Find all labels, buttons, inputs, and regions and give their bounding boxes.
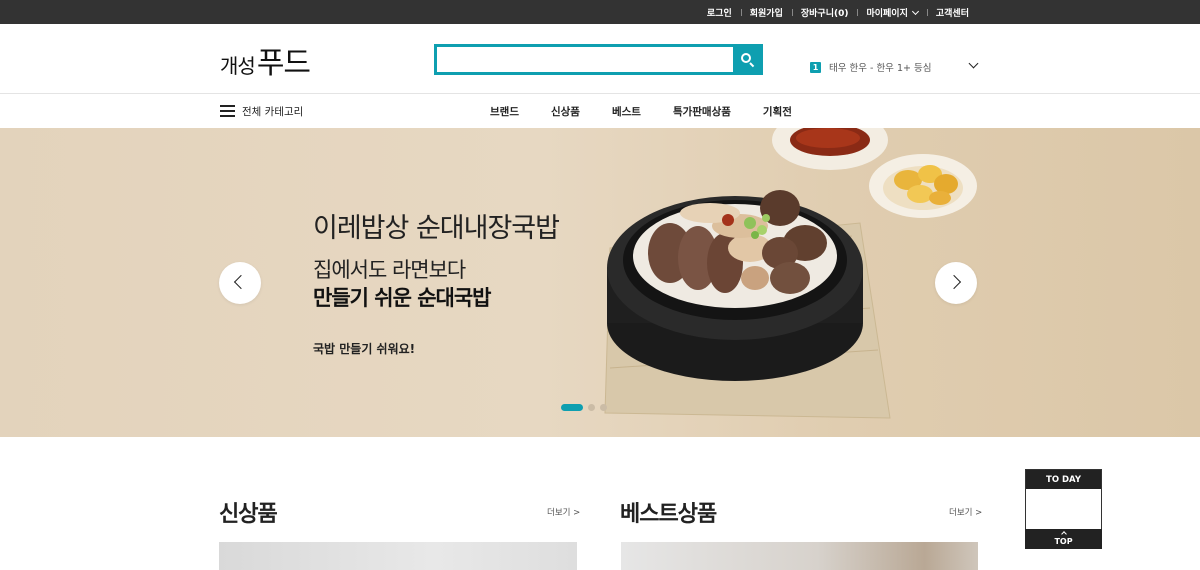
customer-center-link[interactable]: 고객센터 bbox=[926, 6, 978, 19]
new-products-more-link[interactable]: 더보기 > bbox=[547, 506, 580, 518]
search-input[interactable] bbox=[437, 47, 734, 72]
hero-caption: 국밥 만들기 쉬워요! bbox=[313, 342, 416, 356]
new-products-title: 신상품 bbox=[219, 502, 278, 527]
logo-text-big: 푸드 bbox=[256, 46, 311, 81]
nav-item-exhibition[interactable]: 기획전 bbox=[747, 104, 808, 119]
nav-item-brand[interactable]: 브랜드 bbox=[474, 104, 535, 119]
all-categories-label: 전체 카테고리 bbox=[242, 105, 304, 118]
today-header: TO DAY bbox=[1026, 470, 1101, 489]
site-logo[interactable]: 개성 푸드 bbox=[220, 38, 311, 81]
slide-dot-3[interactable] bbox=[600, 404, 607, 411]
search-button[interactable] bbox=[733, 47, 760, 72]
login-link[interactable]: 로그인 bbox=[698, 6, 741, 19]
slide-pagination bbox=[561, 404, 612, 411]
search-bar bbox=[434, 44, 763, 75]
today-viewed-widget: TO DAY TOP bbox=[1025, 469, 1102, 549]
today-body bbox=[1026, 489, 1101, 529]
nav-item-best[interactable]: 베스트 bbox=[596, 104, 657, 119]
mypage-link[interactable]: 마이페이지 bbox=[857, 6, 926, 19]
rank-number-badge: 1 bbox=[810, 61, 821, 73]
popular-keyword[interactable]: 1 태우 한우 - 한우 1+ 등심 bbox=[810, 60, 931, 74]
top-label: TOP bbox=[1054, 537, 1073, 546]
chevron-down-icon[interactable] bbox=[968, 59, 980, 71]
new-product-thumbnail[interactable] bbox=[219, 542, 577, 570]
slide-prev-button[interactable] bbox=[219, 262, 261, 304]
hero-banner[interactable]: 이레밥상 순대내장국밥 집에서도 라면보다 만들기 쉬운 순대국밥 국밥 만들기… bbox=[0, 128, 1200, 437]
hero-title: 이레밥상 순대내장국밥 bbox=[313, 213, 560, 244]
scroll-top-button[interactable]: TOP bbox=[1025, 529, 1102, 549]
utility-links: 로그인 회원가입 장바구니(0) 마이페이지 고객센터 bbox=[698, 0, 978, 24]
slide-dot-2[interactable] bbox=[588, 404, 595, 411]
nav-item-new[interactable]: 신상품 bbox=[535, 104, 596, 119]
gnb-menu: 브랜드 신상품 베스트 특가판매상품 기획전 bbox=[474, 94, 808, 128]
logo-text-small: 개성 bbox=[220, 54, 256, 78]
best-products-more-link[interactable]: 더보기 > bbox=[949, 506, 982, 518]
best-products-title: 베스트상품 bbox=[620, 502, 717, 527]
arrow-up-icon bbox=[1060, 531, 1067, 537]
cart-link[interactable]: 장바구니(0) bbox=[791, 6, 858, 19]
main-navigation: 전체 카테고리 브랜드 신상품 베스트 특가판매상품 기획전 bbox=[0, 93, 1200, 129]
hero-headline: 만들기 쉬운 순대국밥 bbox=[313, 286, 492, 310]
signup-link[interactable]: 회원가입 bbox=[740, 6, 792, 19]
slide-dot-1[interactable] bbox=[561, 404, 583, 411]
mypage-label: 마이페이지 bbox=[866, 8, 908, 19]
nav-item-special-sale[interactable]: 특가판매상품 bbox=[657, 104, 747, 119]
all-categories-button[interactable]: 전체 카테고리 bbox=[220, 94, 303, 128]
rank-keyword: 태우 한우 - 한우 1+ 등심 bbox=[829, 63, 932, 74]
search-icon bbox=[741, 53, 751, 63]
hamburger-icon bbox=[220, 105, 235, 117]
top-utility-bar: 로그인 회원가입 장바구니(0) 마이페이지 고객센터 bbox=[0, 0, 1200, 24]
hero-subtitle: 집에서도 라면보다 bbox=[313, 258, 466, 282]
chevron-down-icon bbox=[911, 7, 919, 15]
slide-next-button[interactable] bbox=[935, 262, 977, 304]
best-product-thumbnail[interactable] bbox=[621, 542, 978, 570]
